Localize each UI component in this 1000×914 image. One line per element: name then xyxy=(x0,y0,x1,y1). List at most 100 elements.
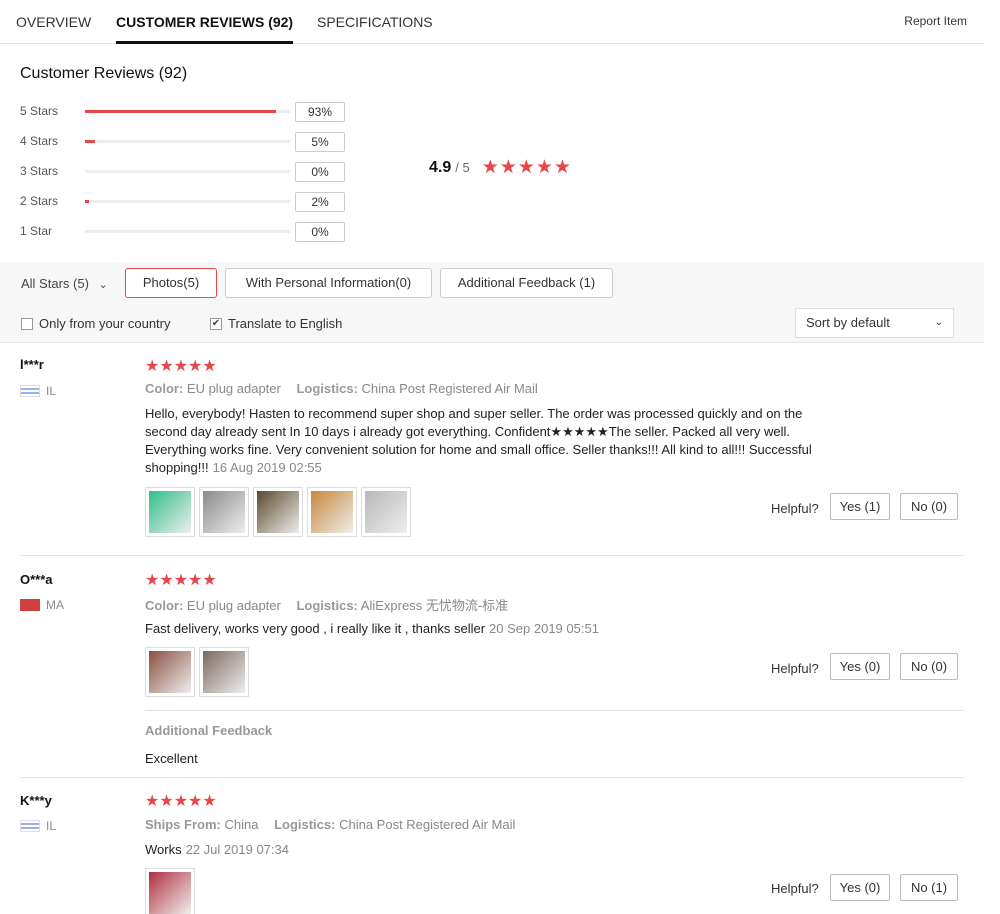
rating-bar-fill xyxy=(85,110,276,113)
helpful-yes-button[interactable]: Yes (0) xyxy=(830,874,890,901)
review-photo[interactable] xyxy=(199,647,249,697)
tab-specifications[interactable]: SPECIFICATIONS xyxy=(317,0,433,44)
review-text: Fast delivery, works very good , i reall… xyxy=(145,620,845,638)
checkmark-icon: ✔ xyxy=(210,317,222,330)
photo-image xyxy=(149,872,191,914)
photo-image xyxy=(257,491,299,533)
flag-icon xyxy=(20,820,40,832)
meta-value: EU plug adapter xyxy=(186,381,281,396)
checkbox-icon xyxy=(21,317,33,330)
only-from-country-checkbox[interactable]: Only from your country xyxy=(21,316,171,331)
average-rating: 4.9 / 5 ★★★★★ xyxy=(429,155,572,178)
flag-icon xyxy=(20,385,40,397)
rating-bar-fill xyxy=(85,200,90,203)
rating-row-2[interactable]: 2 Stars 2% xyxy=(20,192,350,212)
all-stars-dropdown[interactable]: All Stars (5) ⌄ xyxy=(21,276,108,291)
reviews-title: Customer Reviews (92) xyxy=(20,65,188,82)
additional-feedback-filter-button[interactable]: Additional Feedback (1) xyxy=(440,268,613,298)
country-code: IL xyxy=(46,384,57,398)
review-photo[interactable] xyxy=(145,487,195,537)
average-score: 4.9 xyxy=(429,159,452,176)
rating-label: 5 Stars xyxy=(20,104,59,118)
meta-label: Ships From: xyxy=(145,817,221,832)
review-body: Works xyxy=(145,842,182,857)
photos-filter-button[interactable]: Photos(5) xyxy=(125,268,217,298)
rating-row-1[interactable]: 1 Star 0% xyxy=(20,222,350,242)
review-date: 16 Aug 2019 02:55 xyxy=(212,460,322,475)
review-text: Works 22 Jul 2019 07:34 xyxy=(145,841,845,859)
helpful-no-button[interactable]: No (0) xyxy=(900,653,958,680)
rating-bar xyxy=(85,170,290,173)
tab-bar: OVERVIEW CUSTOMER REVIEWS (92) SPECIFICA… xyxy=(0,0,984,44)
review-date: 22 Jul 2019 07:34 xyxy=(185,842,289,857)
helpful-yes-button[interactable]: Yes (0) xyxy=(830,653,890,680)
star-icon: ★★★★★ xyxy=(145,572,217,589)
tab-overview[interactable]: OVERVIEW xyxy=(16,0,91,44)
tab-customer-reviews[interactable]: CUSTOMER REVIEWS (92) xyxy=(116,0,294,44)
country-code: IL xyxy=(46,819,57,833)
review-body: Fast delivery, works very good , i reall… xyxy=(145,621,486,636)
photo-image xyxy=(203,491,245,533)
helpful-label: Helpful? xyxy=(771,501,819,516)
review-date: 20 Sep 2019 05:51 xyxy=(489,621,599,636)
star-icon: ★★★★★ xyxy=(481,157,572,178)
helpful-label: Helpful? xyxy=(771,661,819,676)
review-text: Hello, everybody! Hasten to recommend su… xyxy=(145,405,845,477)
sort-dropdown[interactable]: Sort by default ⌄ xyxy=(795,308,954,338)
divider xyxy=(145,710,964,711)
rating-percent: 0% xyxy=(295,162,345,182)
average-max: / 5 xyxy=(455,160,470,175)
rating-percent: 93% xyxy=(295,102,345,122)
rating-label: 1 Star xyxy=(20,224,53,238)
meta-label: Color: xyxy=(145,598,184,613)
country-code: MA xyxy=(46,598,64,612)
additional-feedback-text: Excellent xyxy=(145,751,198,766)
meta-value: EU plug adapter xyxy=(186,598,281,613)
rating-bar xyxy=(85,230,290,233)
review-item: K***y IL ★★★★★ Ships From: China Logisti… xyxy=(0,778,984,914)
rating-percent: 2% xyxy=(295,192,345,212)
translate-checkbox[interactable]: ✔ Translate to English xyxy=(210,316,342,331)
helpful-label: Helpful? xyxy=(771,881,819,896)
divider xyxy=(20,555,964,556)
sort-label: Sort by default xyxy=(806,315,890,330)
only-from-country-label: Only from your country xyxy=(39,316,171,331)
review-photo[interactable] xyxy=(199,487,249,537)
helpful-no-button[interactable]: No (1) xyxy=(900,874,958,901)
review-item: O***a MA ★★★★★ Color: EU plug adapter Lo… xyxy=(0,557,984,778)
rating-row-4[interactable]: 4 Stars 5% xyxy=(20,132,350,152)
meta-label: Logistics: xyxy=(296,381,358,396)
reviewer-name: l***r xyxy=(20,357,44,372)
rating-bar-fill xyxy=(85,140,96,143)
review-photos xyxy=(145,868,199,914)
rating-bar xyxy=(85,110,290,113)
meta-value: China xyxy=(224,817,259,832)
review-photos xyxy=(145,647,253,697)
rating-row-5[interactable]: 5 Stars 93% xyxy=(20,102,350,122)
review-photo[interactable] xyxy=(145,647,195,697)
review-photo[interactable] xyxy=(361,487,411,537)
meta-label: Logistics: xyxy=(274,817,336,832)
personal-info-filter-button[interactable]: With Personal Information(0) xyxy=(225,268,432,298)
review-photo[interactable] xyxy=(253,487,303,537)
review-item: l***r IL ★★★★★ Color: EU plug adapter Lo… xyxy=(0,343,984,556)
chevron-down-icon: ⌄ xyxy=(934,317,943,328)
rating-percent: 0% xyxy=(295,222,345,242)
report-item-link[interactable]: Report Item xyxy=(904,14,967,28)
review-meta: Color: EU plug adapter Logistics: China … xyxy=(145,381,538,396)
flag-icon xyxy=(20,599,40,611)
review-photo[interactable] xyxy=(145,868,195,914)
star-icon: ★★★★★ xyxy=(145,358,217,375)
rating-bar xyxy=(85,140,290,143)
helpful-yes-button[interactable]: Yes (1) xyxy=(830,493,890,520)
review-filter-bar: All Stars (5) ⌄ Photos(5) With Personal … xyxy=(0,262,984,343)
rating-row-3[interactable]: 3 Stars 0% xyxy=(20,162,350,182)
reviewer-country: IL xyxy=(20,819,56,833)
review-meta: Color: EU plug adapter Logistics: AliExp… xyxy=(145,595,508,614)
rating-label: 4 Stars xyxy=(20,134,59,148)
helpful-no-button[interactable]: No (0) xyxy=(900,493,958,520)
review-photo[interactable] xyxy=(307,487,357,537)
photo-image xyxy=(365,491,407,533)
reviewer-name: K***y xyxy=(20,793,52,808)
photo-image xyxy=(203,651,245,693)
